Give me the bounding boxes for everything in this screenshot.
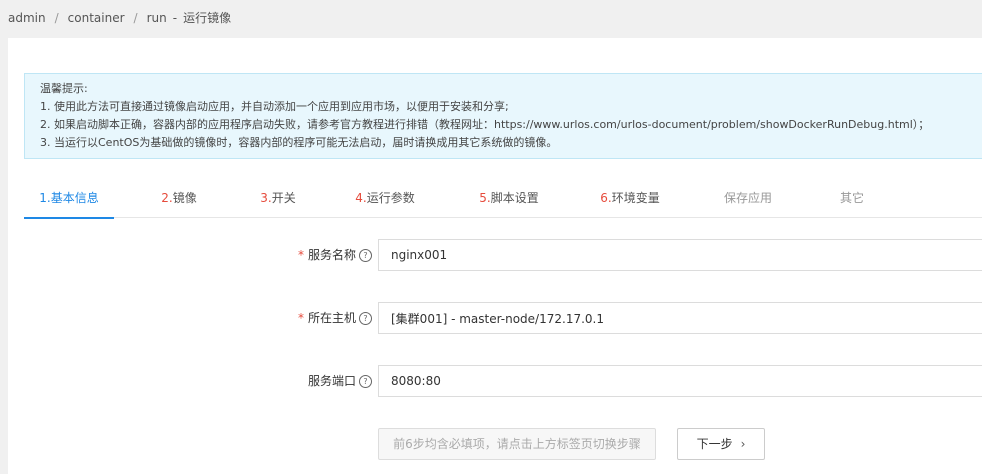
tips-box: 温馨提示: 1. 使用此方法可直接通过镜像启动应用，并自动添加一个应用到应用市场… (24, 73, 982, 159)
tips-line-3: 3. 当运行以CentOS为基础做的镜像时，容器内部的程序可能无法启动，届时请换… (40, 136, 558, 149)
breadcrumb-current: 运行镜像 (183, 11, 232, 25)
help-icon[interactable]: ? (359, 311, 372, 325)
breadcrumb-admin[interactable]: admin (8, 11, 46, 25)
tab-basic-info[interactable]: 1.基本信息 (24, 180, 114, 219)
chevron-right-icon: › (740, 437, 746, 451)
tips-line-2: 2. 如果启动脚本正确，容器内部的应用程序启动失败，请参考官方教程进行排错（教程… (40, 118, 930, 131)
breadcrumb-separator: / (133, 11, 138, 25)
host-row: * 所在主机 ? (8, 302, 982, 336)
breadcrumb-run[interactable]: run (147, 11, 167, 25)
hint-button-disabled: 前6步均含必填项，请点击上方标签页切换步骤 (378, 428, 656, 460)
host-label: * 所在主机 ? (298, 302, 372, 334)
tips-line-1: 1. 使用此方法可直接通过镜像启动应用，并自动添加一个应用到应用市场，以便用于安… (40, 100, 509, 113)
help-icon[interactable]: ? (359, 248, 372, 262)
service-name-row: * 服务名称 ? (8, 239, 982, 273)
next-step-button[interactable]: 下一步 › (677, 428, 765, 460)
tab-run-params[interactable]: 4.运行参数 (350, 180, 420, 217)
port-input[interactable] (378, 365, 982, 397)
tab-script-settings[interactable]: 5.脚本设置 (474, 180, 544, 217)
tab-save-app[interactable]: 保存应用 (718, 180, 778, 217)
tab-image[interactable]: 2.镜像 (154, 180, 204, 217)
help-icon[interactable]: ? (359, 374, 372, 388)
tab-other[interactable]: 其它 (832, 180, 872, 217)
breadcrumb: admin / container / run - 运行镜像 (8, 9, 231, 25)
port-row: 服务端口 ? (8, 365, 982, 399)
tab-env-vars[interactable]: 6.环境变量 (595, 180, 665, 217)
step-tabs: 1.基本信息 2.镜像 3.开关 4.运行参数 5.脚本设置 6.环境变量 保存… (24, 180, 982, 219)
host-select[interactable] (378, 302, 982, 334)
service-name-label: * 服务名称 ? (298, 239, 372, 271)
port-label: 服务端口 ? (308, 365, 372, 397)
tips-title: 温馨提示: (40, 82, 88, 95)
service-name-input[interactable] (378, 239, 982, 271)
tab-switch[interactable]: 3.开关 (253, 180, 303, 217)
breadcrumb-dash: - (172, 11, 178, 25)
main-panel: 温馨提示: 1. 使用此方法可直接通过镜像启动应用，并自动添加一个应用到应用市场… (8, 38, 982, 474)
breadcrumb-container[interactable]: container (68, 11, 125, 25)
required-mark: * (297, 248, 304, 262)
required-mark: * (297, 311, 304, 325)
breadcrumb-separator: / (54, 11, 59, 25)
